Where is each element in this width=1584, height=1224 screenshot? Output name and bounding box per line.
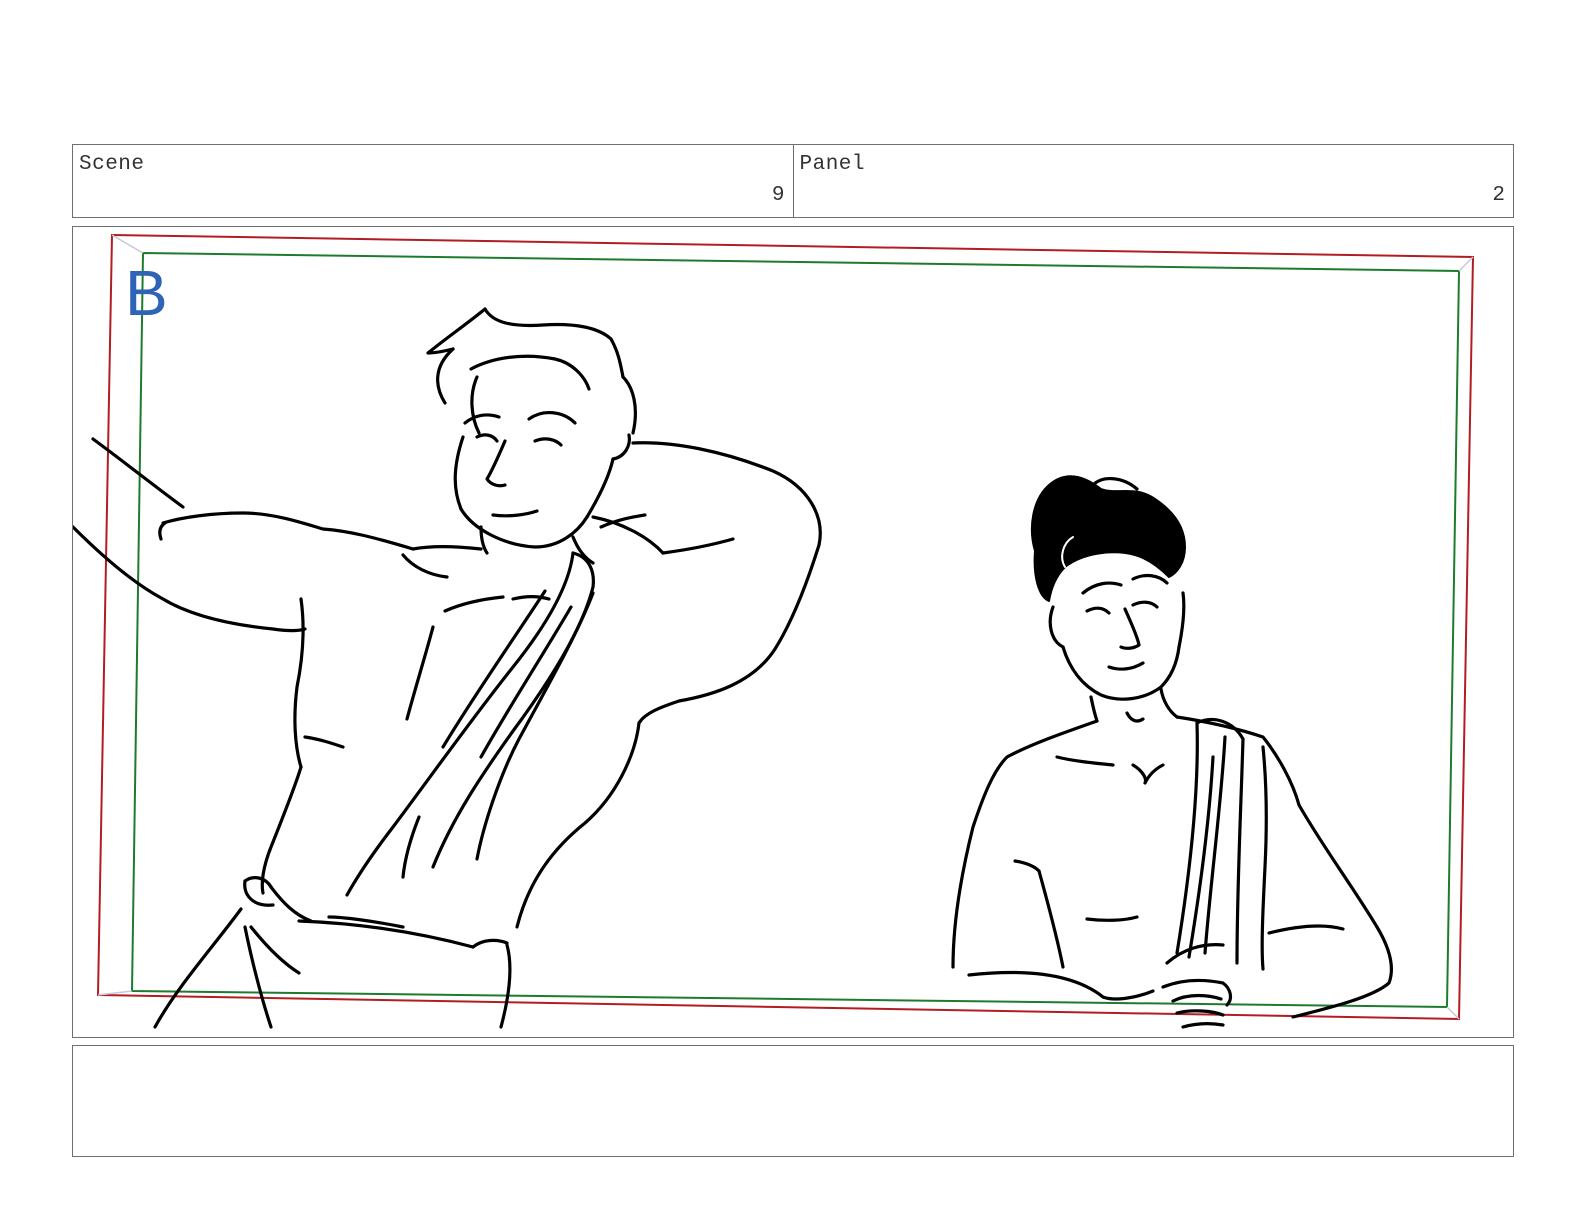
character-left-drawing <box>73 307 822 1029</box>
panel-header: Scene 9 Panel 2 <box>72 144 1514 218</box>
scene-label: Scene <box>79 153 145 176</box>
scene-cell: Scene 9 <box>73 145 793 217</box>
character-right-drawing <box>951 475 1393 1029</box>
panel-cell: Panel 2 <box>792 145 1514 217</box>
scene-number: 9 <box>771 184 785 207</box>
panel-label: Panel <box>799 153 866 176</box>
panel-drawing: B <box>73 233 1475 1029</box>
title-safe-frame <box>130 251 1461 1009</box>
panel-number: 2 <box>1492 184 1505 207</box>
camera-label: B <box>125 257 168 329</box>
notes-box <box>72 1045 1514 1157</box>
storyboard-panel: B <box>72 226 1514 1038</box>
